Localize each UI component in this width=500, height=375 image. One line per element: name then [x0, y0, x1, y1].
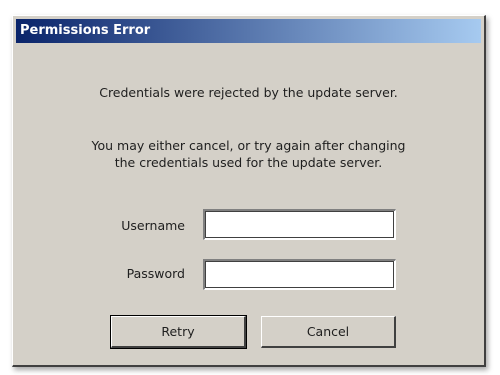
- username-label: Username: [121, 218, 185, 233]
- instruction-line-2: the credentials used for the update serv…: [114, 155, 383, 170]
- dialog-title[interactable]: Permissions Error: [16, 19, 481, 43]
- error-message: Credentials were rejected by the update …: [99, 85, 398, 100]
- instruction-line-1: You may either cancel, or try again afte…: [91, 138, 406, 153]
- permissions-error-dialog: Permissions Error Credentials were rejec…: [12, 15, 486, 367]
- password-input[interactable]: [203, 259, 396, 290]
- instruction-text: You may either cancel, or try again afte…: [13, 137, 484, 171]
- cancel-button[interactable]: Cancel: [261, 316, 396, 348]
- retry-button[interactable]: Retry: [110, 315, 247, 349]
- username-input[interactable]: [203, 209, 396, 240]
- password-label: Password: [126, 266, 185, 281]
